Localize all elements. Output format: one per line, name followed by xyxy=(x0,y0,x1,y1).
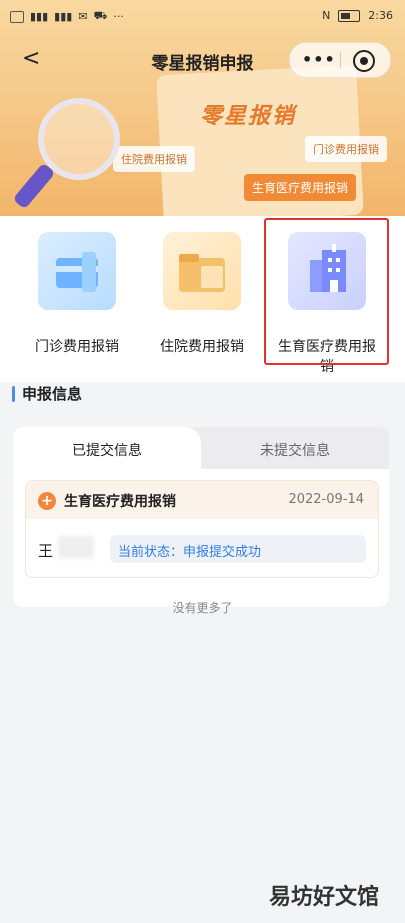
status-time: 2:36 xyxy=(368,9,393,22)
nav-bar: < 零星报销申报 ••• xyxy=(0,34,405,84)
tab-submitted[interactable]: 已提交信息 xyxy=(13,427,201,469)
status-badge: 当前状态：申报提交成功 xyxy=(110,535,366,563)
hd-icon xyxy=(10,10,24,23)
service-cards: 门诊费用报销 住院费用报销 生育医疗费用报销 xyxy=(0,216,405,382)
tab-unsubmitted-label: 未提交信息 xyxy=(260,443,330,459)
close-miniapp-button[interactable] xyxy=(353,50,375,72)
status-bar: ▮▮▮ ▮▮▮ ✉ ⛟ ··· N 2:36 xyxy=(0,0,405,34)
record-date: 2022-09-14 xyxy=(288,492,364,507)
folder-icon xyxy=(163,232,241,310)
record-card[interactable]: + 生育医疗费用报销 2022-09-14 王 当前状态：申报提交成功 xyxy=(25,480,379,578)
banner-tag-maternity: 生育医疗费用报销 xyxy=(244,174,357,201)
banner-tag-inpatient: 住院费用报销 xyxy=(113,146,195,172)
miniapp-capsule: ••• xyxy=(289,42,391,78)
status-text: 当前状态：申报提交成功 xyxy=(118,545,262,560)
cart-icon: ⛟ xyxy=(93,9,108,22)
record-title: 生育医疗费用报销 xyxy=(64,494,176,510)
status-left-icons: ▮▮▮ ▮▮▮ ✉ ⛟ ··· xyxy=(10,9,124,24)
section-title: 申报信息 xyxy=(22,385,83,403)
banner-tag-outpatient: 门诊费用报销 xyxy=(305,136,387,162)
app-icon: ✉ xyxy=(78,10,88,23)
tab-submitted-label: 已提交信息 xyxy=(72,443,142,459)
status-more: ··· xyxy=(113,10,124,23)
applicant-name: 王 xyxy=(38,542,54,560)
section-accent-bar xyxy=(12,386,15,402)
capsule-divider xyxy=(340,52,341,68)
banner-title: 零星报销 xyxy=(200,104,297,129)
tab-bar: 已提交信息 未提交信息 xyxy=(13,427,389,469)
nfc-icon: N xyxy=(322,9,331,22)
no-more-text: 没有更多了 xyxy=(172,601,233,615)
watermark: 易坊好文馆 xyxy=(268,885,379,910)
record-header: + 生育医疗费用报销 2022-09-14 xyxy=(26,481,378,519)
signal-icon: ▮▮▮ xyxy=(54,10,73,23)
plus-icon: + xyxy=(38,492,56,510)
outpatient-card-icon xyxy=(38,232,116,310)
signal-icon: ▮▮▮ xyxy=(30,10,49,23)
magnifier-handle xyxy=(12,162,56,210)
battery-icon xyxy=(338,9,361,22)
service-label: 住院费用报销 xyxy=(160,339,244,355)
declaration-panel: 已提交信息 未提交信息 + 生育医疗费用报销 2022-09-14 王 当前状态… xyxy=(13,427,389,607)
tab-unsubmitted[interactable]: 未提交信息 xyxy=(201,427,389,469)
service-outpatient[interactable]: 门诊费用报销 xyxy=(22,216,132,376)
masked-name xyxy=(58,536,94,558)
service-label: 门诊费用报销 xyxy=(35,339,119,355)
highlight-box xyxy=(264,218,389,365)
status-right-icons: N 2:36 xyxy=(322,9,393,22)
service-inpatient[interactable]: 住院费用报销 xyxy=(147,216,257,376)
more-button[interactable]: ••• xyxy=(302,50,336,69)
